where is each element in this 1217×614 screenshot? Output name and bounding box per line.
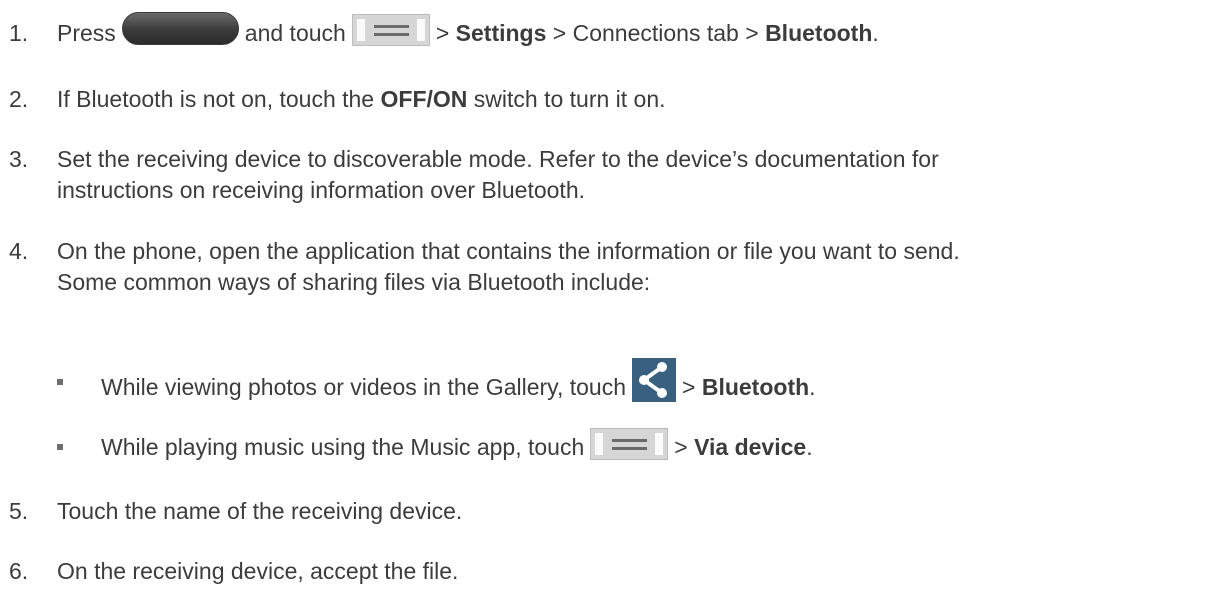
connections-tab-text: Connections tab [572,20,739,46]
separator: > [745,20,759,46]
bullet-icon [57,444,63,450]
and-touch-text: and touch [244,20,346,46]
menu-key-icon [590,427,669,460]
bluetooth-label: Bluetooth [765,20,873,46]
step-number: 5. [9,498,29,524]
text-before: If Bluetooth is not on, touch the [57,86,375,112]
separator: > [674,434,688,460]
off-on-switch-label: OFF/ON [380,86,468,112]
press-text: Press [57,20,116,46]
bullet-icon [57,379,63,385]
text-after: switch to turn it on. [473,86,666,112]
step-number: 3. [9,146,29,172]
bullet-text: While viewing photos or videos in the Ga… [101,358,816,411]
bullet-instruction: While playing music using the Music app,… [101,434,585,460]
separator: > [435,20,450,46]
bullet-text: While playing music using the Music app,… [101,427,813,465]
separator: > [552,20,567,46]
step-text: Touch the name of the receiving device. [57,498,463,524]
step-text-line-1: Set the receiving device to discoverable… [57,146,939,172]
instruction-list: 1. Press and touch > Settings > Connection… [0,0,1217,614]
step-text-line-2: instructions on receiving information ov… [57,177,586,203]
settings-label: Settings [455,20,547,46]
step-text-line-2: Some common ways of sharing files via Bl… [57,269,651,295]
step-text: Press and touch > Settings > Connections t… [57,12,879,51]
period: . [809,374,816,401]
bluetooth-label: Bluetooth [701,374,810,401]
separator: > [682,374,696,401]
step-number: 2. [9,86,29,112]
share-icon [632,358,677,402]
step-number: 4. [9,238,29,264]
step-text-line-1: On the phone, open the application that … [57,238,960,264]
period: . [806,434,813,460]
step-number: 6. [9,558,29,584]
via-device-label: Via device [694,434,807,460]
period: . [872,20,879,46]
step-text: On the receiving device, accept the file… [57,558,459,584]
home-key-icon [121,12,239,46]
step-text: If Bluetooth is not on, touch the OFF/ON… [57,84,666,114]
menu-key-icon [351,13,430,46]
bullet-instruction: While viewing photos or videos in the Ga… [101,374,627,401]
step-number: 1. [9,20,29,46]
